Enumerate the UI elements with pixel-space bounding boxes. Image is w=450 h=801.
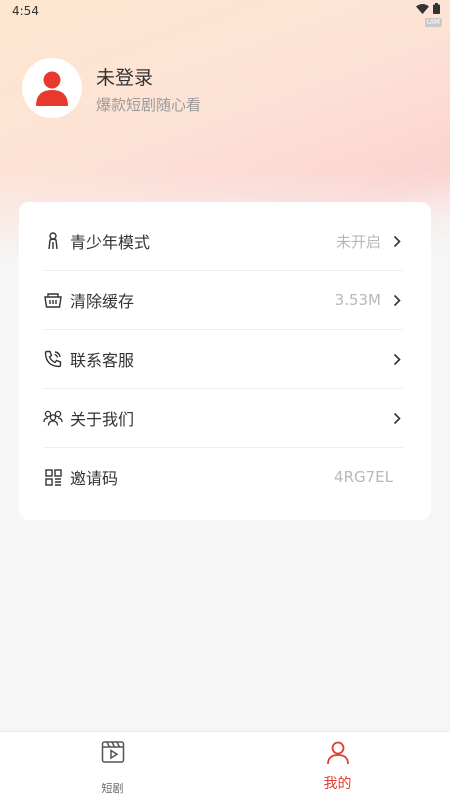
tab-shorts[interactable]: 短剧	[0, 732, 225, 801]
phone-icon	[43, 349, 63, 369]
menu-item-clear-cache[interactable]: 清除缓存 3.53M	[43, 271, 403, 330]
tab-mine[interactable]: 我的	[225, 732, 450, 801]
menu-item-label: 清除缓存	[70, 292, 135, 311]
menu-item-value: 3.53M	[334, 291, 381, 309]
status-tag: UIM	[424, 18, 442, 27]
menu-item-value: 未开启	[335, 232, 381, 251]
menu-item-label: 联系客服	[70, 351, 135, 370]
profile-header[interactable]: 未登录 爆款短剧随心看	[22, 58, 422, 118]
settings-card: 青少年模式 未开启 清除缓存 3.53M 联系客服 关于我们 邀请码 4RG7E…	[19, 202, 431, 520]
wifi-icon	[416, 3, 429, 14]
qrcode-icon	[43, 467, 63, 487]
menu-item-label: 邀请码	[70, 469, 119, 488]
menu-item-contact-support[interactable]: 联系客服	[43, 330, 403, 389]
bottom-tab-bar: 短剧 我的	[0, 731, 450, 801]
basket-icon	[43, 290, 63, 310]
menu-item-youth-mode[interactable]: 青少年模式 未开启	[43, 212, 403, 271]
login-status[interactable]: 未登录	[96, 63, 153, 90]
chevron-right-icon	[391, 234, 403, 248]
menu-item-label: 关于我们	[70, 410, 135, 429]
avatar[interactable]	[22, 58, 82, 118]
menu-item-invite-code[interactable]: 邀请码 4RG7EL	[43, 448, 403, 506]
person-icon	[43, 231, 63, 251]
tab-label: 我的	[323, 776, 352, 792]
battery-icon	[433, 3, 440, 14]
person-icon	[326, 740, 350, 770]
chevron-right-icon	[391, 411, 403, 425]
user-avatar-icon	[36, 71, 68, 106]
chevron-right-icon	[391, 293, 403, 307]
invite-code-value[interactable]: 4RG7EL	[334, 468, 393, 486]
profile-subtitle: 爆款短剧随心看	[96, 96, 202, 114]
tab-label: 短剧	[101, 782, 124, 795]
menu-item-about-us[interactable]: 关于我们	[43, 389, 403, 448]
status-time: 4:54	[12, 4, 39, 18]
status-bar: 4:54	[0, 0, 450, 22]
film-icon	[101, 740, 125, 768]
menu-item-label: 青少年模式	[70, 233, 151, 252]
group-icon	[43, 408, 63, 428]
chevron-right-icon	[391, 352, 403, 366]
